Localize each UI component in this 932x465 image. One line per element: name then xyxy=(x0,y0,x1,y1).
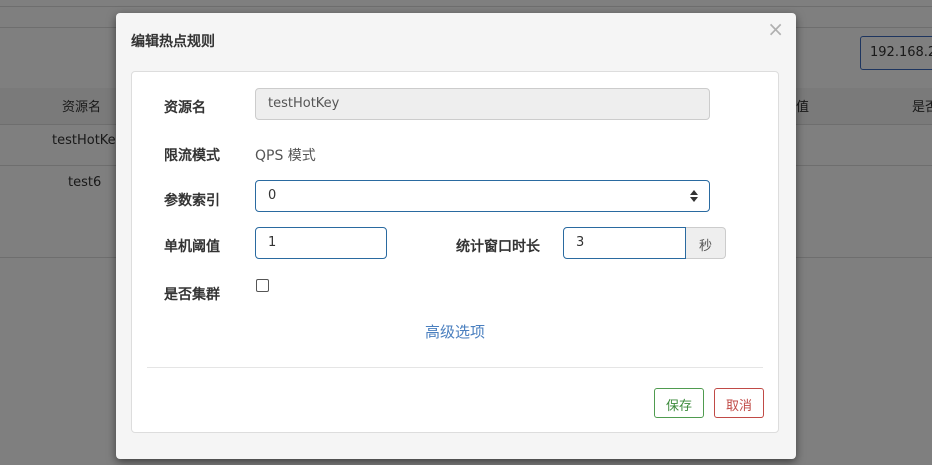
edit-hotspot-rule-dialog: 编辑热点规则 × 资源名 testHotKey 限流模式 QPS 模式 参数索引… xyxy=(116,13,796,459)
number-spinner-icon[interactable] xyxy=(689,188,699,204)
cancel-button[interactable]: 取消 xyxy=(714,388,764,418)
dialog-title: 编辑热点规则 xyxy=(131,34,215,50)
dialog-body: 资源名 testHotKey 限流模式 QPS 模式 参数索引 0 单机阈值 1… xyxy=(131,71,779,433)
param-index-value: 0 xyxy=(268,188,277,203)
resource-label: 资源名 xyxy=(164,100,206,116)
close-icon[interactable]: × xyxy=(767,19,784,39)
param-index-input[interactable]: 0 xyxy=(255,180,710,212)
advanced-options-link[interactable]: 高级选项 xyxy=(425,321,485,342)
param-index-label: 参数索引 xyxy=(164,193,220,209)
threshold-label: 单机阈值 xyxy=(164,239,220,255)
stat-window-unit: 秒 xyxy=(686,227,726,259)
threshold-input[interactable]: 1 xyxy=(255,227,387,259)
cluster-label: 是否集群 xyxy=(164,287,220,303)
cluster-checkbox[interactable] xyxy=(256,279,269,292)
stat-window-label: 统计窗口时长 xyxy=(456,239,540,255)
resource-name-field: testHotKey xyxy=(255,88,710,120)
form-divider xyxy=(147,367,763,368)
save-button[interactable]: 保存 xyxy=(654,388,704,418)
stat-window-input[interactable]: 3 xyxy=(563,227,686,259)
flow-mode-label: 限流模式 xyxy=(164,148,220,164)
flow-mode-value: QPS 模式 xyxy=(255,148,316,164)
